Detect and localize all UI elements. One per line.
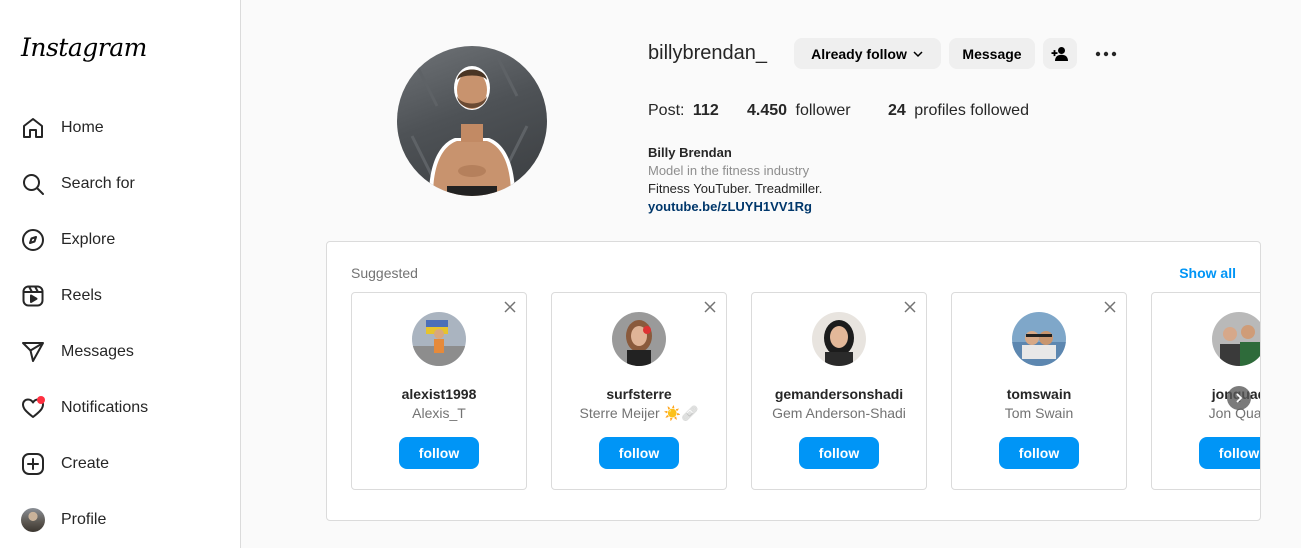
bio-category: Model in the fitness industry (648, 163, 810, 178)
avatar[interactable] (612, 312, 666, 366)
suggestion-handle[interactable]: tomswain (952, 386, 1126, 402)
show-all-link[interactable]: Show all (1179, 265, 1236, 281)
following-value: 24 (888, 102, 906, 119)
message-button[interactable]: Message (949, 38, 1035, 69)
sidebar-item-label: Search for (61, 175, 135, 192)
following-count[interactable]: 24 profiles followed (888, 102, 1029, 120)
search-icon (20, 171, 46, 197)
bio-link[interactable]: youtube.be/zLUYH1VV1Rg (648, 198, 822, 216)
already-follow-label: Already follow (811, 45, 907, 62)
sidebar-item-label: Create (61, 455, 110, 472)
avatar[interactable] (1012, 312, 1066, 366)
profile-picture[interactable] (397, 46, 547, 196)
bio-text: Fitness YouTuber. Treadmiller. (648, 181, 823, 196)
compass-icon (20, 227, 46, 253)
suggest-people-button[interactable] (1043, 38, 1077, 69)
followers-label: follower (795, 102, 851, 119)
close-icon[interactable] (702, 299, 718, 315)
sidebar-item-notifications[interactable]: Notifications (20, 392, 148, 424)
sidebar-item-label: Reels (61, 287, 102, 304)
chevron-right-icon (1234, 393, 1244, 403)
avatar[interactable] (1212, 312, 1260, 366)
follow-button[interactable]: follow (399, 437, 479, 469)
sidebar-item-search[interactable]: Search for (20, 168, 135, 200)
suggestion-handle[interactable]: surfsterre (552, 386, 726, 402)
sidebar-item-explore[interactable]: Explore (20, 224, 115, 256)
avatar[interactable] (412, 312, 466, 366)
posts-count: Post: 112 (648, 102, 747, 120)
paper-plane-icon (20, 339, 46, 365)
follow-button[interactable]: follow (599, 437, 679, 469)
sidebar-item-profile[interactable]: Profile (20, 504, 106, 536)
profile-bio: Billy Brendan Model in the fitness indus… (648, 144, 822, 216)
sidebar-item-home[interactable]: Home (20, 112, 104, 144)
suggestion-handle[interactable]: alexist1998 (352, 386, 526, 402)
profile-stats: Post: 112 4.450 follower 24 profiles fol… (648, 102, 1029, 120)
more-dots-icon (1095, 51, 1117, 57)
suggestion-name: Gem Anderson-Shadi (772, 405, 906, 421)
add-person-icon (1051, 46, 1069, 62)
close-icon[interactable] (1102, 299, 1118, 315)
reels-icon (20, 283, 46, 309)
suggestion-card[interactable]: gemandersonshadi Gem Anderson-Shadi foll… (751, 292, 927, 490)
message-label: Message (962, 45, 1022, 62)
home-icon (20, 115, 46, 141)
follow-button[interactable]: follow (799, 437, 879, 469)
sidebar: Instagram Home Search for Explore Reels … (0, 0, 241, 548)
profile-avatar-icon (20, 507, 46, 533)
suggestion-name: Tom Swain (1004, 405, 1074, 421)
posts-value: 112 (692, 102, 719, 119)
sidebar-item-create[interactable]: Create (20, 448, 109, 480)
suggestion-name: Sterre Meijer ☀️🩹 (579, 405, 699, 421)
suggestion-card[interactable]: alexist1998 Alexis_T follow (351, 292, 527, 490)
profile-username: billybrendan_ (648, 42, 767, 64)
avatar[interactable] (812, 312, 866, 366)
more-options-button[interactable] (1092, 42, 1120, 66)
already-follow-button[interactable]: Already follow (794, 38, 941, 69)
followers-value: 4.450 (747, 102, 788, 119)
suggested-title: Suggested (351, 265, 418, 281)
sidebar-item-label: Explore (61, 231, 116, 248)
sidebar-item-label: Notifications (61, 399, 149, 416)
sidebar-item-messages[interactable]: Messages (20, 336, 134, 368)
instagram-logo[interactable]: Instagram (21, 33, 147, 62)
scroll-right-button[interactable] (1227, 386, 1251, 410)
bio-full-name: Billy Brendan (648, 145, 732, 160)
notification-dot (37, 396, 45, 404)
suggestion-handle[interactable]: gemandersonshadi (752, 386, 926, 402)
close-icon[interactable] (902, 299, 918, 315)
followers-count[interactable]: 4.450 follower (747, 102, 888, 120)
suggested-accounts-panel: Suggested Show all alexist1998 Alexis_T … (326, 241, 1261, 521)
sidebar-item-label: Profile (61, 511, 107, 528)
suggestion-card[interactable]: tomswain Tom Swain follow (951, 292, 1127, 490)
chevron-down-icon (912, 48, 924, 60)
sidebar-item-label: Home (61, 119, 104, 136)
sidebar-item-reels[interactable]: Reels (20, 280, 102, 312)
posts-label: Post: (648, 102, 685, 119)
plus-square-icon (20, 451, 46, 477)
sidebar-item-label: Messages (61, 343, 134, 360)
suggestion-name: Alexis_T (412, 405, 466, 421)
suggestion-card[interactable]: surfsterre Sterre Meijer ☀️🩹 follow (551, 292, 727, 490)
follow-button[interactable]: follow (1199, 437, 1260, 469)
close-icon[interactable] (502, 299, 518, 315)
heart-icon (20, 395, 46, 421)
follow-button[interactable]: follow (999, 437, 1079, 469)
following-label: profiles followed (914, 102, 1029, 119)
